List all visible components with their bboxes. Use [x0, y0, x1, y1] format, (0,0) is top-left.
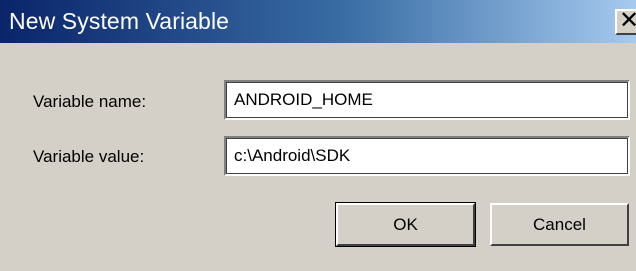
title-bar[interactable]: New System Variable ✕: [0, 0, 636, 43]
variable-value-value: c:\Android\SDK: [234, 146, 351, 165]
close-icon: ✕: [619, 7, 636, 34]
variable-name-label: Variable name:: [33, 92, 147, 111]
variable-name-value: ANDROID_HOME: [234, 90, 373, 109]
dialog-title: New System Variable: [9, 8, 230, 34]
variable-value-field[interactable]: c:\Android\SDK: [224, 136, 630, 176]
variable-value-label: Variable value:: [33, 147, 145, 166]
cancel-button[interactable]: Cancel: [490, 203, 629, 246]
ok-button[interactable]: OK: [335, 202, 476, 247]
close-button[interactable]: ✕: [615, 7, 636, 35]
variable-name-field[interactable]: ANDROID_HOME: [224, 80, 630, 120]
new-system-variable-dialog: New System Variable ✕ Variable name: AND…: [0, 0, 636, 271]
